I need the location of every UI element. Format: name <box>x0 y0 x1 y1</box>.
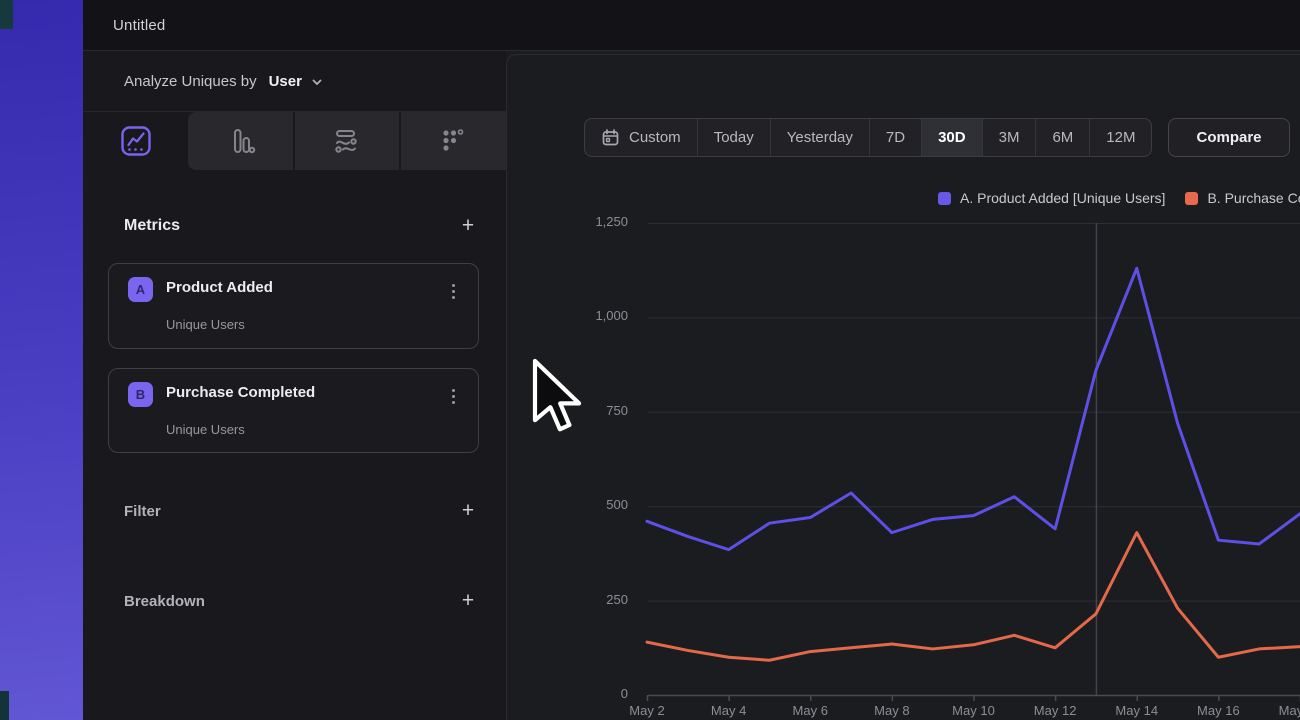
metric-subtitle[interactable]: Unique Users <box>166 422 245 437</box>
app-header: Untitled <box>83 0 1300 51</box>
breakdown-title: Breakdown <box>124 593 205 610</box>
mouse-cursor <box>531 358 591 438</box>
flows-icon <box>328 123 364 159</box>
screenshot-root: Untitled Analyze Uniques by User <box>0 0 1300 720</box>
kebab-menu-icon[interactable] <box>444 385 462 407</box>
app-window: Untitled Analyze Uniques by User <box>83 0 1300 720</box>
analyze-label: Analyze Uniques by <box>124 73 257 90</box>
analyze-row: Analyze Uniques by User <box>83 51 506 112</box>
y-axis-label: 1,000 <box>536 308 628 323</box>
line-chart-icon <box>118 123 154 159</box>
y-axis-label: 500 <box>536 497 628 512</box>
x-axis-label: May 12 <box>1015 703 1095 718</box>
add-metric-button[interactable]: + <box>457 215 479 237</box>
chart-main-area: Custom Today Yesterday 7D 30D 3M 6M 12M … <box>506 51 1300 720</box>
metric-subtitle[interactable]: Unique Users <box>166 317 245 332</box>
x-axis-label: May 6 <box>770 703 850 718</box>
metrics-title: Metrics <box>124 217 180 235</box>
y-axis-label: 1,250 <box>536 214 628 229</box>
x-axis-label: May 18 <box>1260 703 1300 718</box>
add-filter-button[interactable]: + <box>457 500 479 522</box>
analyze-value-dropdown[interactable]: User <box>269 73 302 90</box>
report-title[interactable]: Untitled <box>113 17 165 34</box>
x-axis-label: May 8 <box>852 703 932 718</box>
desktop-background <box>0 0 83 720</box>
breakdown-section: Breakdown + <box>124 586 479 616</box>
metrics-header: Metrics + <box>124 211 479 241</box>
y-axis-label: 250 <box>536 592 628 607</box>
line-chart-canvas[interactable] <box>506 51 1300 720</box>
metric-badge-b: B <box>128 382 153 407</box>
metric-card-a[interactable]: A Product Added Unique Users <box>108 263 479 349</box>
query-sidebar: Analyze Uniques by User <box>83 51 506 720</box>
tab-line-chart[interactable] <box>83 112 188 170</box>
desktop-corner <box>0 691 9 720</box>
x-axis-label: May 4 <box>689 703 769 718</box>
kebab-menu-icon[interactable] <box>444 280 462 302</box>
metric-card-b[interactable]: B Purchase Completed Unique Users <box>108 368 479 453</box>
y-axis-label: 0 <box>536 686 628 701</box>
x-axis-label: May 2 <box>607 703 687 718</box>
grid-dots-icon <box>435 123 471 159</box>
add-breakdown-button[interactable]: + <box>457 590 479 612</box>
x-axis-label: May 16 <box>1178 703 1258 718</box>
x-axis-label: May 14 <box>1097 703 1177 718</box>
series-line[interactable] <box>647 268 1300 549</box>
chevron-down-icon[interactable] <box>310 75 324 89</box>
tab-flows[interactable] <box>293 112 399 170</box>
metric-title: Purchase Completed <box>166 384 315 401</box>
metric-badge-a: A <box>128 277 153 302</box>
tab-bar-chart[interactable] <box>188 112 293 170</box>
tab-grid[interactable] <box>399 112 506 170</box>
filter-title: Filter <box>124 503 161 520</box>
x-axis-label: May 10 <box>934 703 1014 718</box>
desktop-corner <box>0 0 13 29</box>
filter-section: Filter + <box>124 496 479 526</box>
series-line[interactable] <box>647 533 1300 661</box>
metric-title: Product Added <box>166 279 273 296</box>
bar-chart-icon <box>223 123 259 159</box>
